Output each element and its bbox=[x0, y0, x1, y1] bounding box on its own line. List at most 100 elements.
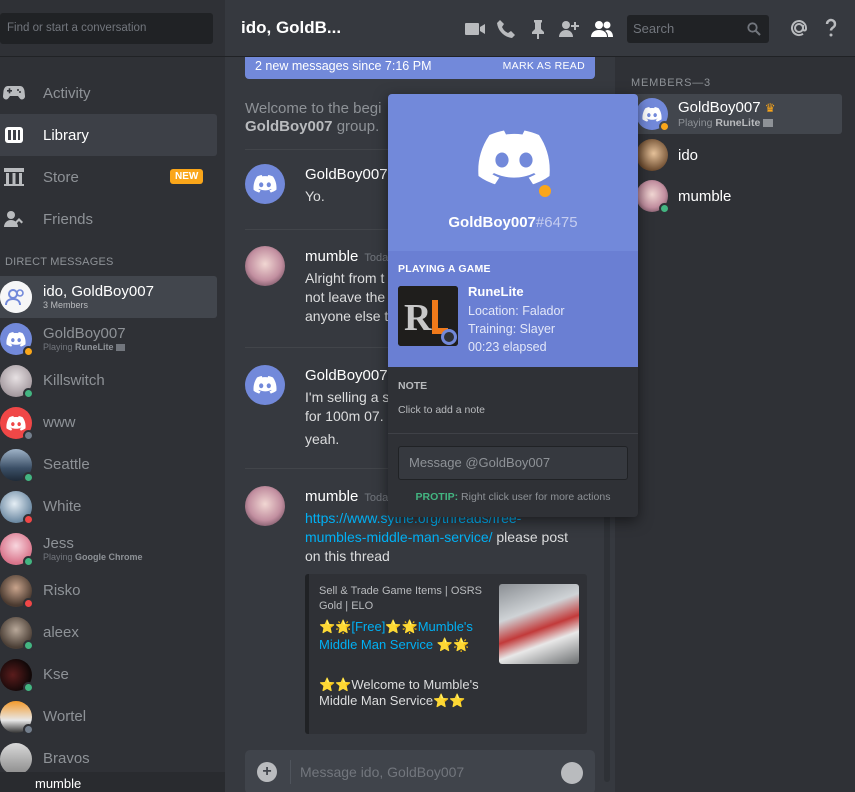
dm-item-www[interactable]: www bbox=[0, 402, 217, 444]
current-username: mumble bbox=[35, 776, 82, 791]
friends-icon bbox=[0, 205, 28, 233]
dm-item-goldboy007[interactable]: GoldBoy007 Playing RuneLite bbox=[0, 318, 217, 360]
discord-logo-icon bbox=[642, 106, 662, 122]
protip: PROTIP: Right click user for more action… bbox=[415, 491, 611, 503]
dm-name: www bbox=[43, 414, 76, 431]
mentions-icon[interactable] bbox=[788, 17, 810, 39]
status-online-indicator bbox=[23, 472, 34, 483]
avatar bbox=[636, 98, 670, 132]
runelite-game-icon: R bbox=[398, 286, 458, 346]
nav-item-activity[interactable]: Activity bbox=[0, 72, 225, 114]
new-badge: NEW bbox=[170, 169, 204, 184]
dm-item-seattle[interactable]: Seattle bbox=[0, 444, 217, 486]
member-name: ido bbox=[678, 146, 699, 164]
dm-item-risko[interactable]: Risko bbox=[0, 570, 217, 612]
nav-item-store[interactable]: Store NEW bbox=[0, 156, 225, 198]
message-input-placeholder: Message ido, GoldBoy007 bbox=[300, 764, 465, 780]
dm-item-aleex[interactable]: aleex bbox=[0, 612, 217, 654]
nav-item-library[interactable]: Library bbox=[0, 114, 217, 156]
member-mumble[interactable]: mumble bbox=[630, 176, 842, 216]
avatar bbox=[0, 743, 32, 775]
game-state: Training: Slayer bbox=[468, 322, 556, 336]
dm-name: Risko bbox=[43, 582, 81, 599]
member-activity: Playing RuneLite bbox=[678, 117, 776, 129]
dm-name: aleex bbox=[43, 624, 79, 641]
nav-label: Store bbox=[43, 168, 79, 186]
status-idle-indicator bbox=[23, 346, 34, 357]
status-online-indicator bbox=[23, 556, 34, 567]
embed-title[interactable]: ⭐🌟[Free]⭐🌟Mumble's Middle Man Service ⭐🌟 bbox=[319, 618, 489, 654]
dm-item-killswitch[interactable]: Killswitch bbox=[0, 360, 217, 402]
game-detail: Location: Falador bbox=[468, 304, 565, 318]
dm-item-kse[interactable]: Kse bbox=[0, 654, 217, 696]
help-icon[interactable] bbox=[820, 17, 842, 39]
avatar bbox=[0, 491, 34, 525]
message-body: https://www.sythe.org/threads/free-mumbl… bbox=[305, 510, 568, 564]
dm-item-jess[interactable]: Jess Playing Google Chrome bbox=[0, 528, 217, 570]
new-messages-text: 2 new messages since 7:16 PM bbox=[255, 59, 432, 73]
emoji-icon[interactable] bbox=[561, 762, 583, 784]
message-author[interactable]: mumble Toda bbox=[305, 248, 388, 265]
member-name: GoldBoy007 ♛ bbox=[678, 99, 776, 116]
svg-text:R: R bbox=[404, 297, 432, 339]
message-composer[interactable]: + Message ido, GoldBoy007 bbox=[245, 750, 595, 792]
status-offline-indicator bbox=[23, 430, 34, 441]
user-profile-popout: GoldBoy007#6475 PLAYING A GAME R RuneLit… bbox=[388, 94, 638, 517]
rich-presence-icon bbox=[116, 344, 126, 352]
member-goldboy007[interactable]: GoldBoy007 ♛ Playing RuneLite bbox=[630, 94, 842, 134]
status-idle-indicator bbox=[536, 182, 554, 200]
video-call-icon[interactable] bbox=[464, 18, 486, 40]
avatar bbox=[0, 449, 34, 483]
voice-call-icon[interactable] bbox=[495, 18, 517, 40]
upload-plus-icon[interactable]: + bbox=[257, 762, 277, 782]
discord-logo-icon bbox=[253, 175, 277, 193]
avatar bbox=[0, 659, 34, 693]
member-ido[interactable]: ido bbox=[630, 135, 842, 175]
current-user-bar: mumble bbox=[0, 772, 225, 792]
member-list-icon[interactable] bbox=[590, 18, 614, 40]
find-conversation-input[interactable]: Find or start a conversation bbox=[0, 13, 213, 44]
dm-name: GoldBoy007 bbox=[43, 325, 126, 342]
message-author[interactable]: GoldBoy007 bbox=[305, 166, 388, 183]
pin-icon[interactable] bbox=[527, 18, 549, 40]
activity-header: PLAYING A GAME bbox=[398, 263, 491, 275]
search-input[interactable]: Search bbox=[627, 15, 769, 43]
divider bbox=[388, 433, 638, 434]
avatar[interactable] bbox=[245, 365, 285, 405]
status-dnd-indicator bbox=[23, 514, 34, 525]
avatar bbox=[0, 407, 34, 441]
avatar bbox=[0, 533, 34, 567]
dm-item-wortel[interactable]: Wortel bbox=[0, 696, 217, 738]
dm-name: Wortel bbox=[43, 708, 87, 725]
avatar[interactable] bbox=[245, 164, 285, 204]
new-messages-bar[interactable]: 2 new messages since 7:16 PM MARK AS REA… bbox=[245, 57, 595, 79]
nav-label: Library bbox=[43, 126, 89, 144]
message-author[interactable]: mumble Toda bbox=[305, 488, 388, 505]
status-offline-indicator bbox=[23, 724, 34, 735]
note-input[interactable]: Click to add a note bbox=[398, 404, 485, 416]
dm-sub: Playing Google Chrome bbox=[43, 552, 143, 562]
message-author[interactable]: GoldBoy007 bbox=[305, 367, 388, 384]
dm-item-group[interactable]: ido, GoldBoy007 3 Members bbox=[0, 276, 217, 318]
dm-item-white[interactable]: White bbox=[0, 486, 217, 528]
status-idle-indicator bbox=[659, 121, 670, 132]
status-online-indicator bbox=[23, 640, 34, 651]
dm-sub: Playing RuneLite bbox=[43, 342, 126, 352]
link-embed: Sell & Trade Game Items | OSRS Gold | EL… bbox=[305, 574, 587, 734]
nav-item-friends[interactable]: Friends bbox=[0, 198, 225, 240]
avatar bbox=[636, 139, 668, 171]
status-online-indicator bbox=[23, 388, 34, 399]
library-icon bbox=[0, 121, 28, 149]
avatar[interactable] bbox=[245, 246, 285, 286]
avatar[interactable] bbox=[245, 486, 285, 526]
avatar bbox=[0, 365, 34, 399]
member-name: mumble bbox=[678, 187, 732, 205]
add-friend-icon[interactable] bbox=[558, 18, 580, 40]
nav-label: Friends bbox=[43, 210, 94, 228]
popout-message-input[interactable]: Message @GoldBoy007 bbox=[398, 446, 628, 480]
mark-as-read-button[interactable]: MARK AS READ bbox=[503, 57, 585, 78]
note-header: NOTE bbox=[398, 380, 428, 392]
popout-username: GoldBoy007#6475 bbox=[448, 214, 578, 231]
message-timestamp: Toda bbox=[364, 492, 389, 504]
embed-thumbnail[interactable] bbox=[499, 584, 579, 664]
